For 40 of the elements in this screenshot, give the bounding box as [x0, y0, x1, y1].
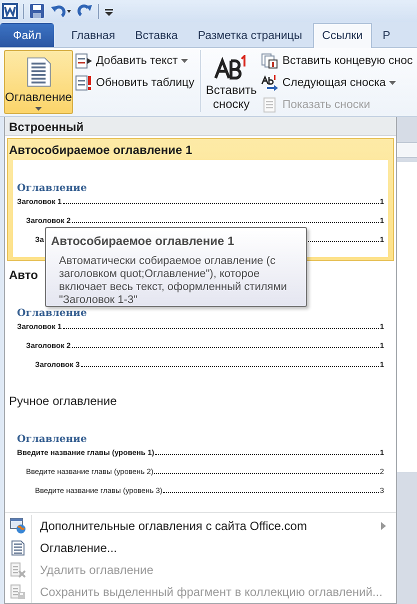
ribbon-command[interactable]: Вставить концевую снос — [259, 51, 417, 71]
file-tab[interactable]: Файл — [0, 23, 54, 47]
caret-icon — [388, 81, 396, 85]
gallery-item-title: Авто — [9, 268, 38, 282]
menu-item[interactable]: Оглавление... — [5, 537, 396, 559]
save-document-icon — [10, 584, 26, 600]
ribbon-command[interactable]: Добавить текст — [73, 51, 196, 71]
tooltip-title: Автособираемое оглавление 1 — [51, 234, 236, 248]
undo-icon[interactable] — [50, 3, 72, 19]
next-footnote-icon — [261, 75, 280, 91]
ribbon-tab[interactable]: Р — [374, 23, 400, 47]
delete-document-icon — [10, 562, 26, 578]
update-table-icon — [75, 75, 93, 91]
section-header: Встроенный — [5, 117, 396, 136]
footnote-icon — [214, 55, 248, 80]
insert-footnote-button[interactable]: Вставить сноску — [203, 50, 260, 114]
ribbon-tab[interactable]: Вставка — [126, 23, 187, 47]
document-icon — [10, 540, 26, 556]
ribbon-command[interactable]: Обновить таблицу — [73, 73, 196, 93]
gallery-item-title: Автособираемое оглавление 1 — [9, 143, 192, 157]
document-icon — [26, 57, 52, 88]
add-text-icon — [75, 53, 93, 69]
submenu-arrow-icon — [381, 522, 386, 530]
ribbon-command[interactable]: Следующая сноска — [259, 73, 417, 93]
ribbon-tab[interactable]: Ссылки — [313, 23, 372, 48]
pages-icon — [261, 53, 280, 69]
redo-icon[interactable] — [77, 3, 93, 19]
caret-icon — [35, 107, 42, 111]
toc-heading: Оглавление — [17, 308, 88, 320]
globe-window-icon — [10, 518, 26, 534]
toc-heading: Оглавление — [17, 183, 88, 194]
gallery-item-title: Ручное оглавление — [9, 394, 117, 408]
word-logo-icon[interactable] — [2, 3, 18, 19]
toc-heading: Оглавление — [17, 434, 88, 445]
save-icon[interactable] — [29, 3, 45, 19]
table-of-contents-button[interactable]: Оглавление — [4, 50, 73, 114]
ribbon-tab[interactable]: Главная — [62, 23, 124, 47]
caret-icon — [180, 59, 188, 63]
menu-item[interactable]: Дополнительные оглавления с сайта Office.com — [5, 515, 396, 537]
ribbon-tab[interactable]: Разметка страницы — [188, 23, 312, 47]
